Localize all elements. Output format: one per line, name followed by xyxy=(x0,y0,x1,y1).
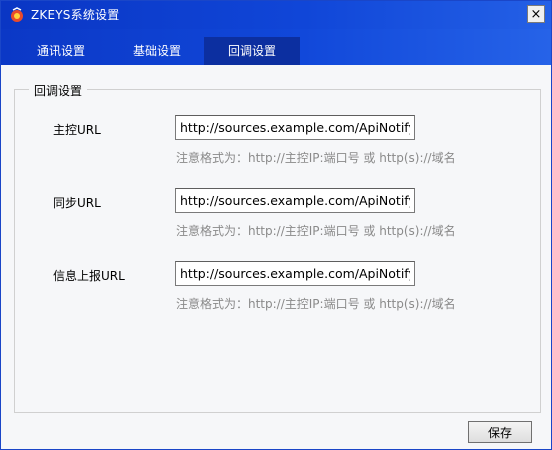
close-icon: × xyxy=(530,6,542,22)
report-url-hint: 注意格式为：http://主控IP:端口号 或 http(s)://域名 xyxy=(176,297,456,311)
groupbox-legend: 回调设置 xyxy=(29,82,88,99)
report-url-label: 信息上报URL xyxy=(53,269,125,283)
tab-callback[interactable]: 回调设置 xyxy=(204,37,300,65)
sync-url-hint: 注意格式为：http://主控IP:端口号 或 http(s)://域名 xyxy=(176,224,456,238)
report-url-input[interactable] xyxy=(175,261,415,286)
sync-url-label: 同步URL xyxy=(53,196,101,210)
master-url-label: 主控URL xyxy=(53,123,101,137)
tab-bar: 通讯设置 基础设置 回调设置 xyxy=(1,29,551,65)
master-url-hint: 注意格式为：http://主控IP:端口号 或 http(s)://域名 xyxy=(176,151,456,165)
tab-communication[interactable]: 通讯设置 xyxy=(13,37,109,65)
tab-basic[interactable]: 基础设置 xyxy=(109,37,205,65)
close-button[interactable]: × xyxy=(527,5,545,23)
settings-window: ZKEYS系统设置 × 通讯设置 基础设置 回调设置 回调设置 主控URL 注意… xyxy=(0,0,552,450)
save-button[interactable]: 保存 xyxy=(468,421,532,443)
master-url-input[interactable] xyxy=(175,115,415,140)
app-logo-icon xyxy=(11,7,23,22)
window-title: ZKEYS系统设置 xyxy=(31,8,120,22)
sync-url-input[interactable] xyxy=(175,188,415,213)
title-bar[interactable]: ZKEYS系统设置 × xyxy=(1,1,551,29)
